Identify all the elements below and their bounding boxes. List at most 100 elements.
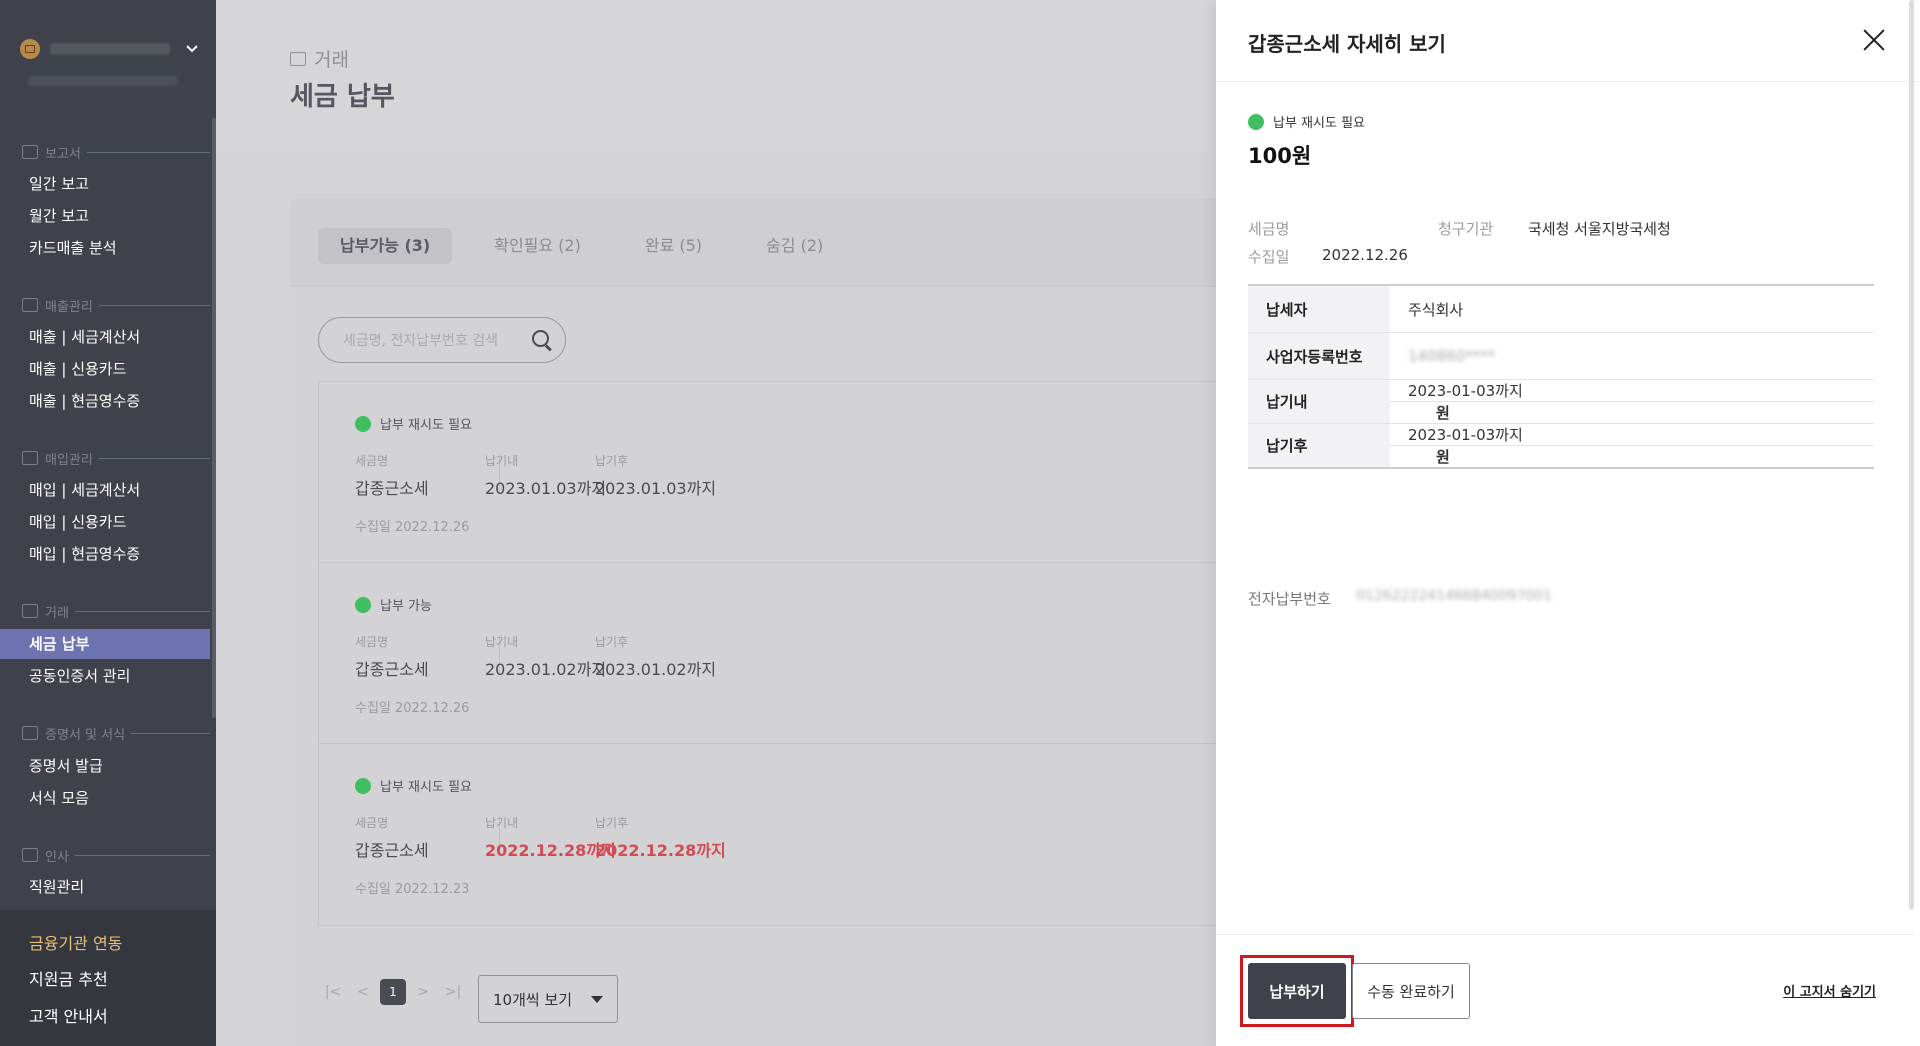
- sidebar-item-purchase-card[interactable]: 매입 | 신용카드: [0, 507, 210, 537]
- chevron-down-icon[interactable]: [184, 41, 200, 57]
- collected-value: 2022.12.26: [1322, 246, 1408, 264]
- sidebar-item-issue-certificate[interactable]: 증명서 발급: [0, 751, 210, 781]
- due-after-label: 납기후: [1248, 424, 1390, 467]
- sidebar-item-card-sales[interactable]: 카드매출 분석: [0, 233, 210, 263]
- page-header: 거래 세금 납부: [216, 0, 1216, 152]
- list-item[interactable]: 납부 재시도 필요 세금명 갑종근소세 납기내 2023.01.03까지 납기후 20…: [319, 382, 1220, 563]
- status-badge: 납부 가능: [355, 595, 432, 614]
- sidebar-item-employees[interactable]: 직원관리: [0, 872, 210, 902]
- due-after-col: 납기후 2023.01.02까지: [595, 633, 716, 680]
- due-after-amount: 원: [1436, 448, 1450, 466]
- prev-page-icon[interactable]: <: [350, 979, 376, 1005]
- sidebar-item-bank-link[interactable]: 금융기관 연동: [29, 930, 122, 954]
- breadcrumb: 거래: [290, 45, 349, 72]
- tab-done[interactable]: 완료 (5): [623, 228, 724, 264]
- due-after-label: 납기후: [595, 635, 629, 649]
- sidebar-item-monthly-report[interactable]: 월간 보고: [0, 201, 210, 231]
- status-dot-icon: [355, 415, 371, 432]
- due-before-label: 납기내: [485, 635, 519, 649]
- sidebar-item-purchase-invoice[interactable]: 매입 | 세금계산서: [0, 475, 210, 505]
- sidebar-item-guide[interactable]: 고객 안내서: [29, 1003, 108, 1027]
- sidebar-item-tax-payment[interactable]: 세금 납부: [0, 629, 210, 659]
- document-icon: [22, 726, 38, 740]
- agency-value: 국세청 서울지방국세청: [1528, 220, 1671, 238]
- status-badge: 납부 재시도 필요: [355, 414, 472, 433]
- next-page-icon[interactable]: >: [410, 979, 436, 1005]
- close-icon[interactable]: [1862, 28, 1886, 52]
- company-subtitle: [28, 76, 178, 86]
- tax-name-col: 세금명 갑종근소세: [355, 452, 429, 499]
- section-sales: 매출관리: [22, 295, 210, 315]
- list-item[interactable]: 납부 재시도 필요 세금명 갑종근소세 납기내 2022.12.28까지 납기후 20…: [319, 744, 1220, 925]
- pay-button[interactable]: 납부하기: [1248, 963, 1346, 1019]
- drawer-scrollbar[interactable]: [1909, 0, 1914, 910]
- sidebar-item-forms[interactable]: 서식 모음: [0, 783, 210, 813]
- section-label: 매입관리: [45, 452, 93, 468]
- due-after-value: 2022.12.28까지: [595, 841, 726, 860]
- detail-table: 납세자 주식회사 사업자등록번호 140860**** 납기내 2023-01-…: [1248, 284, 1874, 469]
- search-icon[interactable]: [531, 329, 553, 351]
- status-badge: 납부 재시도 필요: [1248, 112, 1365, 131]
- tax-name-col: 세금명 갑종근소세: [355, 633, 429, 680]
- card-icon: [22, 451, 38, 465]
- status-dot-icon: [355, 596, 371, 613]
- transaction-icon: [290, 51, 306, 66]
- last-page-icon[interactable]: >|: [440, 979, 466, 1005]
- sidebar-item-sales-cash[interactable]: 매출 | 현금영수증: [0, 386, 210, 416]
- tab-bar: 납부가능 (3) 확인필요 (2) 완료 (5) 숨김 (2): [318, 228, 865, 264]
- section-label: 거래: [45, 605, 69, 621]
- page-size-select[interactable]: 10개씩 보기: [478, 975, 618, 1023]
- due-after-value: 2023.01.03까지: [595, 479, 717, 498]
- detail-drawer: 갑종근소세 자세히 보기 납부 재시도 필요 100원 세금명 청구기관 국세청…: [1216, 0, 1920, 1046]
- due-before-amount: 원: [1436, 404, 1450, 422]
- due-before-col: 납기내 2023.01.03까지: [485, 452, 606, 499]
- table-row: 납기내 2023-01-03까지 원: [1248, 380, 1874, 424]
- due-after-col: 납기후 2022.12.28까지: [595, 814, 726, 861]
- sidebar-item-purchase-cash[interactable]: 매입 | 현금영수증: [0, 539, 210, 569]
- sidebar-item-sales-card[interactable]: 매출 | 신용카드: [0, 354, 210, 384]
- section-hr: 인사: [22, 845, 210, 865]
- status-text: 납부 재시도 필요: [380, 780, 472, 795]
- search-box[interactable]: 세금명, 전자납부번호 검색: [318, 317, 566, 363]
- search-input[interactable]: 세금명, 전자납부번호 검색: [343, 330, 531, 350]
- section-transaction: 거래: [22, 601, 210, 621]
- taxpayer-label: 납세자: [1248, 286, 1390, 332]
- chart-icon: [22, 298, 38, 312]
- tab-payable[interactable]: 납부가능 (3): [318, 228, 453, 264]
- company-name: [50, 43, 170, 55]
- breadcrumb-label: 거래: [314, 49, 349, 71]
- section-purchase: 매입관리: [22, 448, 210, 468]
- collected-date: 수집일 2022.12.26: [355, 520, 470, 535]
- table-row: 사업자등록번호 140860****: [1248, 333, 1874, 380]
- tab-needs-check[interactable]: 확인필요 (2): [472, 228, 603, 264]
- sidebar-item-sales-invoice[interactable]: 매출 | 세금계산서: [0, 322, 210, 352]
- transaction-icon: [22, 604, 38, 618]
- sidebar-item-certificate[interactable]: 공동인증서 관리: [0, 661, 210, 691]
- status-badge: 납부 재시도 필요: [355, 776, 472, 795]
- company-switcher[interactable]: [20, 36, 200, 62]
- due-after-label: 납기후: [595, 816, 629, 830]
- section-documents: 증명서 및 서식: [22, 723, 210, 743]
- list-item[interactable]: 납부 가능 세금명 갑종근소세 납기내 2023.01.02까지 납기후 2023.0…: [319, 563, 1220, 744]
- due-after-col: 납기후 2023.01.03까지: [595, 452, 716, 499]
- status-text: 납부 가능: [380, 599, 432, 614]
- sidebar-item-grant[interactable]: 지원금 추천: [29, 966, 108, 990]
- first-page-icon[interactable]: |<: [320, 979, 346, 1005]
- section-label: 매출관리: [45, 299, 93, 315]
- collected-label: 수집일: [1248, 248, 1290, 266]
- epay-label: 전자납부번호: [1248, 590, 1331, 608]
- sidebar-item-daily-report[interactable]: 일간 보고: [0, 169, 210, 199]
- manual-complete-button[interactable]: 수동 완료하기: [1352, 963, 1470, 1019]
- bizno-value: 140860****: [1390, 333, 1874, 379]
- person-icon: [22, 848, 38, 862]
- agency-label: 청구기관: [1438, 220, 1494, 238]
- due-before-col: 납기내 2023.01.02까지: [485, 633, 606, 680]
- tab-hidden[interactable]: 숨김 (2): [744, 228, 845, 264]
- page-1-button[interactable]: 1: [380, 979, 406, 1005]
- tax-name-label: 세금명: [355, 454, 389, 468]
- hide-notice-link[interactable]: 이 고지서 숨기기: [1783, 981, 1876, 1000]
- tax-name-value: 갑종근소세: [355, 660, 429, 679]
- tax-list-card: 납부가능 (3) 확인필요 (2) 완료 (5) 숨김 (2) 세금명, 전자납…: [290, 198, 1220, 1046]
- taxpayer-value: 주식회사: [1408, 300, 1464, 319]
- status-text: 납부 재시도 필요: [1273, 116, 1365, 131]
